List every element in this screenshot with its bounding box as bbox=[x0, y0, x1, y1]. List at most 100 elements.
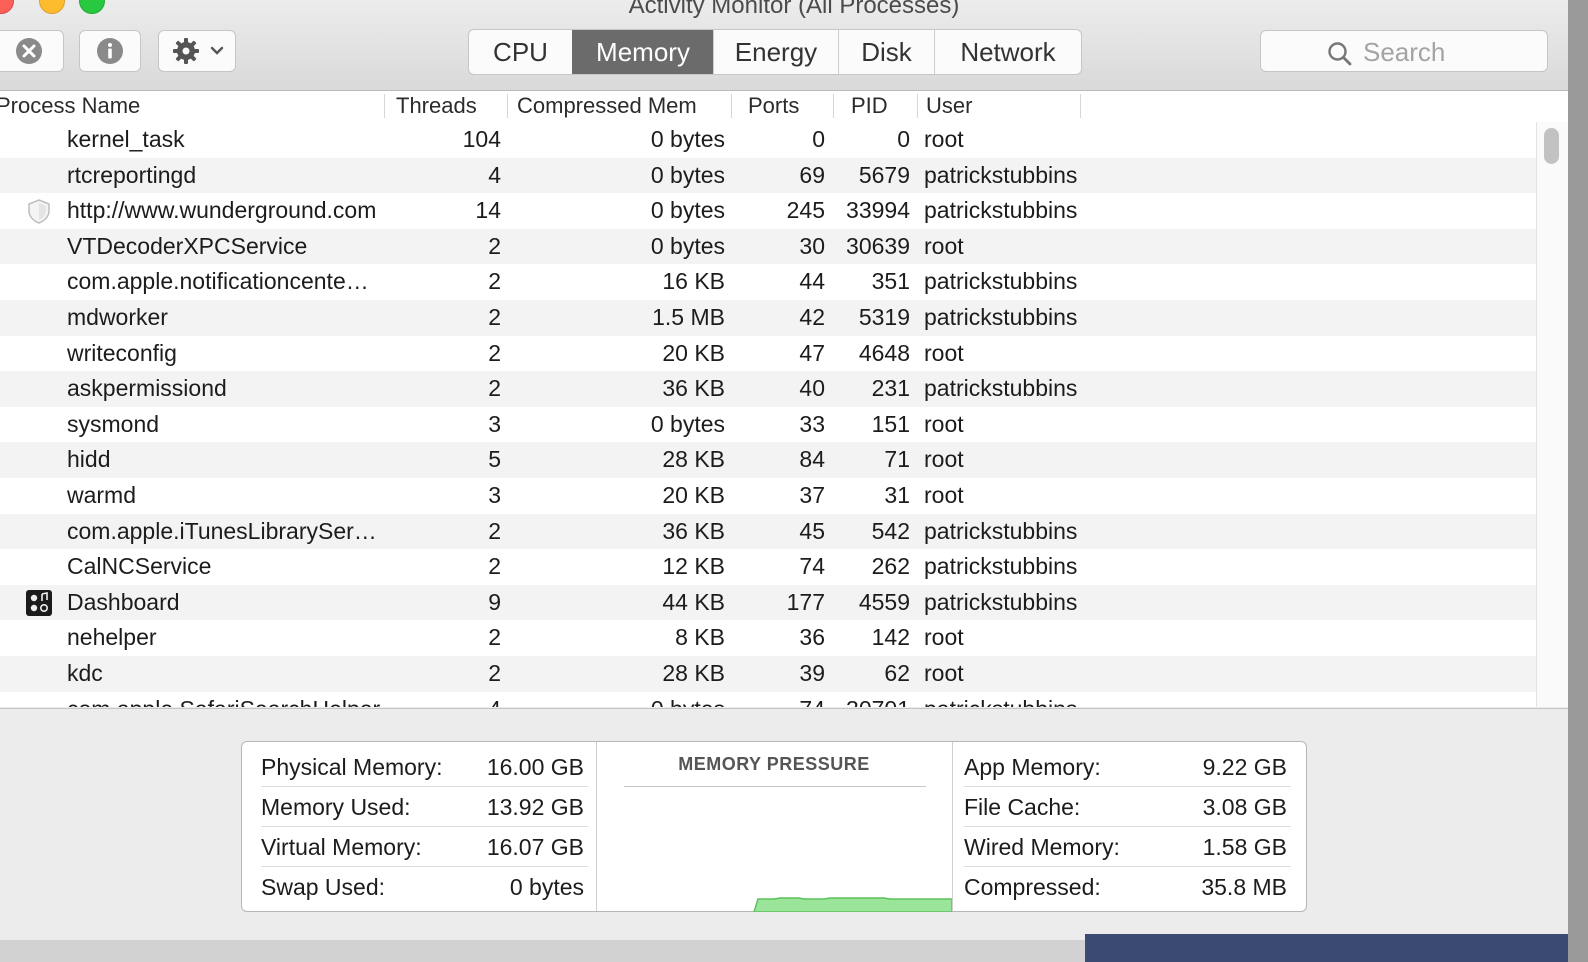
cell-threads: 5 bbox=[488, 446, 501, 473]
cell-threads: 2 bbox=[488, 553, 501, 580]
column-header-user[interactable]: User bbox=[926, 91, 1078, 122]
table-row[interactable]: warmd 3 20 KB 37 31 root bbox=[0, 478, 1536, 514]
cell-threads: 2 bbox=[488, 339, 501, 366]
memory-pressure-graph bbox=[753, 897, 952, 912]
cell-threads: 2 bbox=[488, 375, 501, 402]
cell-threads: 2 bbox=[488, 517, 501, 544]
cell-compressed-mem: 20 KB bbox=[662, 339, 725, 366]
column-header-ports[interactable]: Ports bbox=[748, 91, 832, 122]
table-row[interactable]: rtcreportingd 4 0 bytes 69 5679 patrickstubbi… bbox=[0, 157, 1536, 194]
table-row[interactable]: askpermissiond 2 36 KB 40 231 patrickstubbins bbox=[0, 371, 1536, 407]
cell-process-name: nehelper bbox=[67, 624, 157, 651]
stat-label: Memory Used: bbox=[261, 794, 411, 820]
stat-value: 13.92 GB bbox=[486, 794, 584, 820]
cell-user: root bbox=[924, 624, 964, 651]
cell-ports: 44 bbox=[799, 268, 825, 295]
cell-ports: 39 bbox=[799, 660, 825, 686]
cell-process-name: rtcreportingd bbox=[67, 161, 197, 188]
cell-pid: 33994 bbox=[846, 197, 910, 224]
stat-physical-memory: Physical Memory: 16.00 GB bbox=[261, 747, 588, 787]
column-header-process-name[interactable]: Process Name bbox=[0, 91, 376, 122]
stat-value: 16.00 GB bbox=[486, 754, 584, 780]
table-row[interactable]: kernel_task 104 0 bytes 0 0 root bbox=[0, 122, 1536, 158]
cell-process-name: mdworker bbox=[67, 304, 168, 330]
table-scrollbar[interactable] bbox=[1536, 122, 1568, 707]
cell-pid: 0 bbox=[897, 126, 910, 152]
column-header-threads[interactable]: Threads bbox=[396, 91, 506, 122]
cell-user: patrickstubbins bbox=[924, 588, 1078, 615]
stat-value: 3.08 GB bbox=[1202, 794, 1287, 820]
stat-memory-used: Memory Used: 13.92 GB bbox=[261, 787, 588, 827]
process-table: kernel_task 104 0 bytes 0 0 root rtcreportingd… bbox=[0, 122, 1536, 707]
cell-ports: 33 bbox=[799, 410, 825, 437]
quit-process-button[interactable] bbox=[0, 30, 64, 72]
cell-ports: 74 bbox=[799, 553, 825, 580]
cell-compressed-mem: 36 KB bbox=[662, 375, 725, 402]
cell-compressed-mem: 0 bytes bbox=[650, 197, 725, 224]
cell-compressed-mem: 0 bytes bbox=[650, 410, 725, 437]
stat-label: Wired Memory: bbox=[964, 834, 1120, 860]
gear-icon bbox=[173, 38, 199, 64]
table-row[interactable]: com.apple.notificationcente… 2 16 KB 44 351 p… bbox=[0, 264, 1536, 300]
memory-stats-box: Physical Memory: 16.00 GB Memory Used: 1… bbox=[241, 741, 1307, 912]
column-header-pid[interactable]: PID bbox=[851, 91, 915, 122]
table-row[interactable]: kdc 2 28 KB 39 62 root bbox=[0, 656, 1536, 692]
table-row[interactable]: com.apple.iTunesLibrarySer… 2 36 KB 45 542 pa… bbox=[0, 513, 1536, 550]
inspect-process-button[interactable] bbox=[79, 30, 141, 72]
cell-threads: 2 bbox=[488, 232, 501, 259]
column-header-compressed-mem[interactable]: Compressed Mem bbox=[517, 91, 729, 122]
cell-pid: 31 bbox=[884, 482, 910, 508]
table-row[interactable]: CalNCService 2 12 KB 74 262 patrickstubbins bbox=[0, 549, 1536, 585]
cell-pid: 5679 bbox=[858, 161, 910, 188]
table-row[interactable]: com.apple.SafariSearchHelper4 0 bytes 74 30… bbox=[0, 692, 1536, 707]
x-circle-icon bbox=[16, 38, 42, 64]
cell-user: root bbox=[924, 660, 964, 686]
action-menu-button[interactable] bbox=[158, 30, 236, 72]
memory-stats-panel: Physical Memory: 16.00 GB Memory Used: 1… bbox=[0, 708, 1568, 941]
table-row[interactable]: Dashboard 9 44 KB 177 4559 patrickstubbins bbox=[0, 584, 1536, 621]
stat-value: 0 bytes bbox=[509, 874, 584, 900]
cell-pid: 151 bbox=[871, 410, 910, 437]
tab-energy[interactable]: Energy bbox=[713, 30, 838, 74]
cell-process-name: kdc bbox=[67, 660, 103, 686]
cell-ports: 177 bbox=[786, 588, 825, 615]
tab-cpu[interactable]: CPU bbox=[469, 30, 572, 74]
dashboard-icon bbox=[25, 589, 53, 617]
cell-ports: 69 bbox=[799, 161, 825, 188]
cell-compressed-mem: 8 KB bbox=[675, 624, 725, 651]
tab-disk[interactable]: Disk bbox=[838, 30, 934, 74]
cell-user: patrickstubbins bbox=[924, 268, 1078, 295]
cell-compressed-mem: 12 KB bbox=[662, 553, 725, 580]
cell-pid: 4559 bbox=[858, 588, 910, 615]
table-row[interactable]: mdworker 2 1.5 MB 42 5319 patrickstubbins bbox=[0, 300, 1536, 336]
tab-memory[interactable]: Memory bbox=[572, 30, 713, 74]
cell-threads: 3 bbox=[488, 482, 501, 508]
stat-value: 9.22 GB bbox=[1202, 754, 1287, 780]
desktop-edge bbox=[1568, 0, 1588, 962]
desktop-background bbox=[1085, 934, 1588, 962]
cell-compressed-mem: 0 bytes bbox=[650, 161, 725, 188]
cell-threads: 4 bbox=[488, 161, 501, 188]
table-row[interactable]: hidd 5 28 KB 84 71 root bbox=[0, 442, 1536, 478]
cell-user: root bbox=[924, 410, 964, 437]
tab-network[interactable]: Network bbox=[934, 30, 1081, 74]
cell-pid: 142 bbox=[871, 624, 910, 651]
cell-ports: 36 bbox=[799, 624, 825, 651]
cell-pid: 5319 bbox=[858, 304, 910, 330]
cell-threads: 2 bbox=[488, 304, 501, 330]
stat-file-cache: File Cache: 3.08 GB bbox=[964, 787, 1291, 827]
cell-ports: 42 bbox=[799, 304, 825, 330]
table-row[interactable]: http://www.wunderground.com 14 0 bytes 245 3… bbox=[0, 193, 1536, 229]
scrollbar-thumb[interactable] bbox=[1544, 128, 1559, 164]
table-row[interactable]: writeconfig 2 20 KB 47 4648 root bbox=[0, 336, 1536, 372]
cell-threads: 14 bbox=[475, 197, 501, 224]
stat-label: Swap Used: bbox=[261, 874, 386, 900]
table-row[interactable]: nehelper 2 8 KB 36 142 root bbox=[0, 620, 1536, 656]
cell-threads: 104 bbox=[462, 126, 501, 152]
cell-user: patrickstubbins bbox=[924, 161, 1078, 188]
table-row[interactable]: sysmond 3 0 bytes 33 151 root bbox=[0, 407, 1536, 443]
search-field[interactable] bbox=[1260, 30, 1548, 72]
search-input[interactable] bbox=[1361, 35, 1545, 69]
table-row[interactable]: VTDecoderXPCService 2 0 bytes 30 30639 root bbox=[0, 228, 1536, 265]
cell-compressed-mem: 36 KB bbox=[662, 517, 725, 544]
